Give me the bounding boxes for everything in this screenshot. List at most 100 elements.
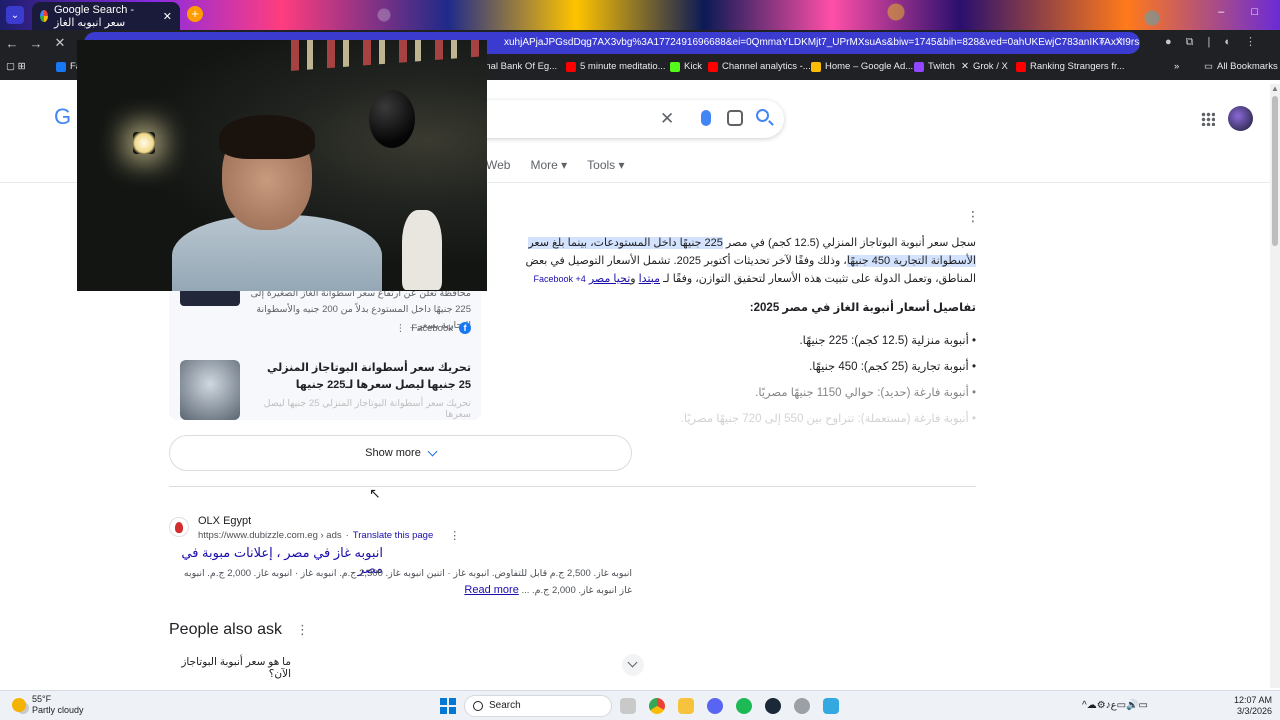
taskbar-search[interactable]: Search: [464, 695, 612, 717]
source-snippet: تحريك سعر أسطوانة البوتاجاز المنزلي 25 ج…: [263, 398, 471, 420]
facebook-icon: f: [459, 322, 471, 334]
twitch-icon: [914, 61, 924, 72]
ad-site-name[interactable]: OLX Egypt: [198, 515, 251, 527]
bookmark-google-ads[interactable]: Home – Google Ad...: [811, 61, 913, 72]
overview-list: أنبوبة منزلية (12.5 كجم): 225 جنيهًا. أن…: [600, 328, 976, 432]
chevron-down-icon[interactable]: [622, 654, 644, 676]
tab-more[interactable]: More ▾: [530, 158, 567, 172]
new-tab-button[interactable]: +: [187, 6, 203, 22]
people-also-ask-heading: People also ask ⋮: [169, 621, 309, 638]
page-scrollbar[interactable]: ▲: [1270, 84, 1280, 688]
balloon: [369, 90, 415, 148]
tab-search-icon[interactable]: ⌄: [6, 6, 24, 24]
youtube-icon: [1016, 61, 1026, 72]
stop-loading-icon[interactable]: ✕: [48, 35, 72, 51]
list-item: أنبوبة تجارية (25 كجم): 450 جنيهًا.: [600, 354, 976, 380]
translate-link[interactable]: Translate this page: [353, 530, 433, 541]
tab-title: Google Search - سعر انبوبه الغاز: [54, 3, 135, 29]
tab-web[interactable]: Web: [486, 158, 510, 172]
discord-icon[interactable]: [707, 698, 723, 714]
bookmark-channel-analytics[interactable]: Channel analytics -...: [708, 61, 811, 72]
file-explorer-icon[interactable]: [678, 698, 694, 714]
read-more-link[interactable]: Read more: [464, 584, 518, 596]
browser-tab-bar: ⌄ Google Search - سعر انبوبه الغاز ✕ + –…: [0, 0, 1280, 30]
bookmark-meditation[interactable]: 5 minute meditatio...: [566, 61, 666, 72]
photos-icon[interactable]: [823, 698, 839, 714]
back-arrow-icon[interactable]: ←: [0, 36, 24, 51]
youtube-icon: [566, 61, 576, 72]
search-box[interactable]: ✕: [470, 100, 784, 138]
search-nav-tabs: Web More ▾ Tools ▾: [486, 158, 625, 172]
taskbar-clock[interactable]: 12:07 AM 3/3/2026: [1234, 695, 1272, 717]
folder-icon: ▭: [1204, 61, 1213, 72]
search-icon[interactable]: [756, 109, 769, 122]
ad-url-row: https://www.dubizzle.com.eg › ads · Tran…: [198, 529, 461, 542]
scroll-up-icon[interactable]: ▲: [1271, 84, 1279, 93]
steam-icon[interactable]: [765, 698, 781, 714]
source-link-mobtada[interactable]: مبتدا: [639, 273, 660, 285]
section-divider: [169, 486, 976, 487]
bookmark-ranking-strangers[interactable]: Ranking Strangers fr...: [1016, 61, 1125, 72]
browser-tab-google-search[interactable]: Google Search - سعر انبوبه الغاز ✕: [32, 2, 180, 30]
facebook-sources-chip[interactable]: Facebook +4: [534, 274, 586, 284]
google-logo[interactable]: G: [54, 104, 71, 130]
bookmark-twitch[interactable]: Twitch: [914, 61, 955, 72]
clear-search-icon[interactable]: ✕: [660, 109, 674, 129]
windows-taskbar: 55°F Partly cloudy Search ^☁⚙♪ع▭🔊▭ 12:07…: [0, 690, 1280, 720]
overview-sources-panel: محافظة تعلن عن ارتفاع سعر أسطوانة الغاز …: [169, 280, 481, 420]
source-thumbnail[interactable]: [180, 360, 240, 420]
overview-heading: تفاصيل أسعار أنبوبة الغاز في مصر 2025:: [749, 302, 976, 314]
source-link-tahya-misr[interactable]: تحيا مصر: [589, 273, 630, 285]
window-controls[interactable]: – □: [1218, 6, 1270, 18]
taskbar-apps: [620, 698, 839, 714]
source-title[interactable]: تحريك سعر أسطوانة البوتاجاز المنزلي 25 ج…: [257, 360, 471, 394]
facebook-icon: [56, 61, 66, 72]
avatar[interactable]: [1228, 106, 1253, 131]
task-view-icon[interactable]: [620, 698, 636, 714]
system-tray-icons[interactable]: ^☁⚙♪ع▭🔊▭: [1082, 700, 1148, 711]
tab-tools[interactable]: Tools ▾: [587, 158, 624, 172]
x-icon: ✕: [961, 61, 969, 72]
settings-icon[interactable]: [794, 698, 810, 714]
source-more-icon[interactable]: ⋮: [396, 323, 406, 334]
bunting-flags: [277, 40, 487, 72]
weather-condition: Partly cloudy: [32, 705, 84, 715]
bookmark-kick[interactable]: Kick: [670, 61, 702, 72]
webcam-overlay: [77, 40, 487, 291]
google-favicon-icon: [40, 10, 48, 22]
ad-url[interactable]: https://www.dubizzle.com.eg › ads: [198, 530, 342, 541]
weather-widget[interactable]: 55°F Partly cloudy: [12, 694, 84, 716]
google-ads-icon: [811, 61, 821, 72]
google-lens-icon[interactable]: [727, 110, 743, 126]
olx-logo[interactable]: [169, 517, 189, 537]
list-item: أنبوبة فارغة (مستعملة): تتراوح بين 550 إ…: [600, 406, 976, 432]
google-apps-icon[interactable]: [1201, 112, 1215, 126]
youtube-icon: [708, 61, 718, 72]
extensions-icon[interactable]: ●⧉|◐⋮: [1165, 35, 1270, 49]
show-more-button[interactable]: Show more: [169, 435, 632, 471]
chrome-icon[interactable]: [649, 698, 665, 714]
person-hair: [219, 115, 315, 159]
tab-close-icon[interactable]: ✕: [163, 10, 172, 23]
forward-arrow-icon[interactable]: →: [24, 36, 48, 51]
all-bookmarks-button[interactable]: ▭ All Bookmarks: [1204, 61, 1278, 72]
chevron-down-icon: [427, 446, 438, 456]
figurine: [402, 210, 442, 290]
voice-search-icon[interactable]: [701, 110, 711, 126]
source-site-name: Facebook: [411, 322, 453, 334]
list-item: أنبوبة فارغة (حديد): حوالي 1150 جنيهًا م…: [600, 380, 976, 406]
paa-question[interactable]: ما هو سعر أنبوبة البوتاجاز الآن؟: [169, 656, 291, 680]
scrollbar-thumb[interactable]: [1272, 96, 1278, 246]
mouse-cursor-icon: ↖: [369, 485, 381, 501]
url-actions-icon[interactable]: ⌕☆: [1099, 36, 1134, 47]
overview-more-icon[interactable]: ⋮: [966, 208, 980, 225]
bookmarks-overflow-icon[interactable]: »: [1174, 61, 1179, 72]
bookmark-grok[interactable]: ✕ Grok / X: [961, 61, 1008, 72]
apps-icon[interactable]: ▢ ⊞: [6, 61, 26, 72]
spotify-icon[interactable]: [736, 698, 752, 714]
ad-more-icon[interactable]: ⋮: [449, 529, 460, 542]
paa-more-icon[interactable]: ⋮: [296, 622, 309, 638]
source-meta: ⋮ Facebook f: [396, 322, 471, 334]
weather-temp: 55°F: [32, 694, 52, 704]
windows-start-icon[interactable]: [440, 698, 456, 714]
